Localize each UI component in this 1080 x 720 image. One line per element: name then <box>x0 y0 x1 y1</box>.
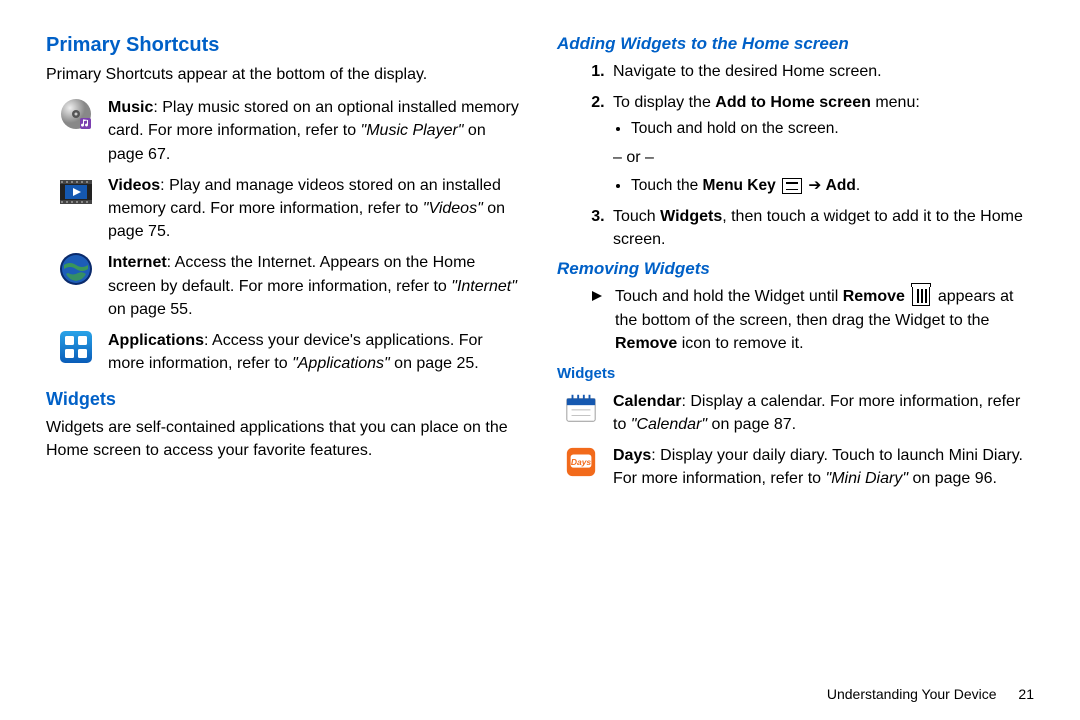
step-2-bullet-2: Touch the Menu Key ➔ Add. <box>631 175 1034 197</box>
widget-row-days: Days Days: Display your daily diary. Tou… <box>557 444 1034 490</box>
removing-widgets-item: Touch and hold the Widget until Remove a… <box>557 285 1034 355</box>
widgets-intro: Widgets are self-contained applications … <box>46 416 523 462</box>
shortcut-row-videos: Videos: Play and manage videos stored on… <box>46 174 523 244</box>
heading-primary-shortcuts: Primary Shortcuts <box>46 34 523 57</box>
shortcut-row-music: Music: Play music stored on an optional … <box>46 96 523 166</box>
primary-shortcuts-intro: Primary Shortcuts appear at the bottom o… <box>46 63 523 86</box>
shortcut-text-internet: Internet: Access the Internet. Appears o… <box>108 251 523 321</box>
svg-text:Days: Days <box>571 457 592 467</box>
heading-widgets-left: Widgets <box>46 389 523 410</box>
music-icon <box>58 96 94 132</box>
footer-section: Understanding Your Device <box>827 686 997 702</box>
days-icon: Days <box>563 444 599 480</box>
step-2-bullet-1: Touch and hold on the screen. <box>631 118 1034 140</box>
internet-icon <box>58 251 94 287</box>
widget-text-days: Days: Display your daily diary. Touch to… <box>613 444 1034 490</box>
widget-row-calendar: Calendar: Display a calendar. For more i… <box>557 390 1034 436</box>
shortcut-text-videos: Videos: Play and manage videos stored on… <box>108 174 523 244</box>
footer-page-number: 21 <box>1018 686 1034 702</box>
right-column: Adding Widgets to the Home screen Naviga… <box>557 34 1034 702</box>
triangle-bullet-icon <box>591 289 603 355</box>
left-column: Primary Shortcuts Primary Shortcuts appe… <box>46 34 523 702</box>
heading-adding-widgets: Adding Widgets to the Home screen <box>557 34 1034 54</box>
menu-key-icon <box>782 178 802 194</box>
shortcut-row-internet: Internet: Access the Internet. Appears o… <box>46 251 523 321</box>
step-3: Touch Widgets, then touch a widget to ad… <box>609 205 1034 251</box>
shortcut-text-music: Music: Play music stored on an optional … <box>108 96 523 166</box>
videos-icon <box>58 174 94 210</box>
shortcut-text-applications: Applications: Access your device's appli… <box>108 329 523 375</box>
step-2: To display the Add to Home screen menu: … <box>609 91 1034 197</box>
page-footer: Understanding Your Device 21 <box>827 686 1034 702</box>
manual-page: Primary Shortcuts Primary Shortcuts appe… <box>0 0 1080 720</box>
applications-icon <box>58 329 94 365</box>
widget-text-calendar: Calendar: Display a calendar. For more i… <box>613 390 1034 436</box>
adding-widgets-steps: Navigate to the desired Home screen. To … <box>557 60 1034 251</box>
heading-removing-widgets: Removing Widgets <box>557 259 1034 279</box>
heading-widgets-right: Widgets <box>557 365 1034 382</box>
step-2-or: – or – <box>613 146 1034 169</box>
shortcut-row-applications: Applications: Access your device's appli… <box>46 329 523 375</box>
remove-trash-icon <box>912 287 930 306</box>
step-1: Navigate to the desired Home screen. <box>609 60 1034 83</box>
calendar-icon <box>563 390 599 426</box>
